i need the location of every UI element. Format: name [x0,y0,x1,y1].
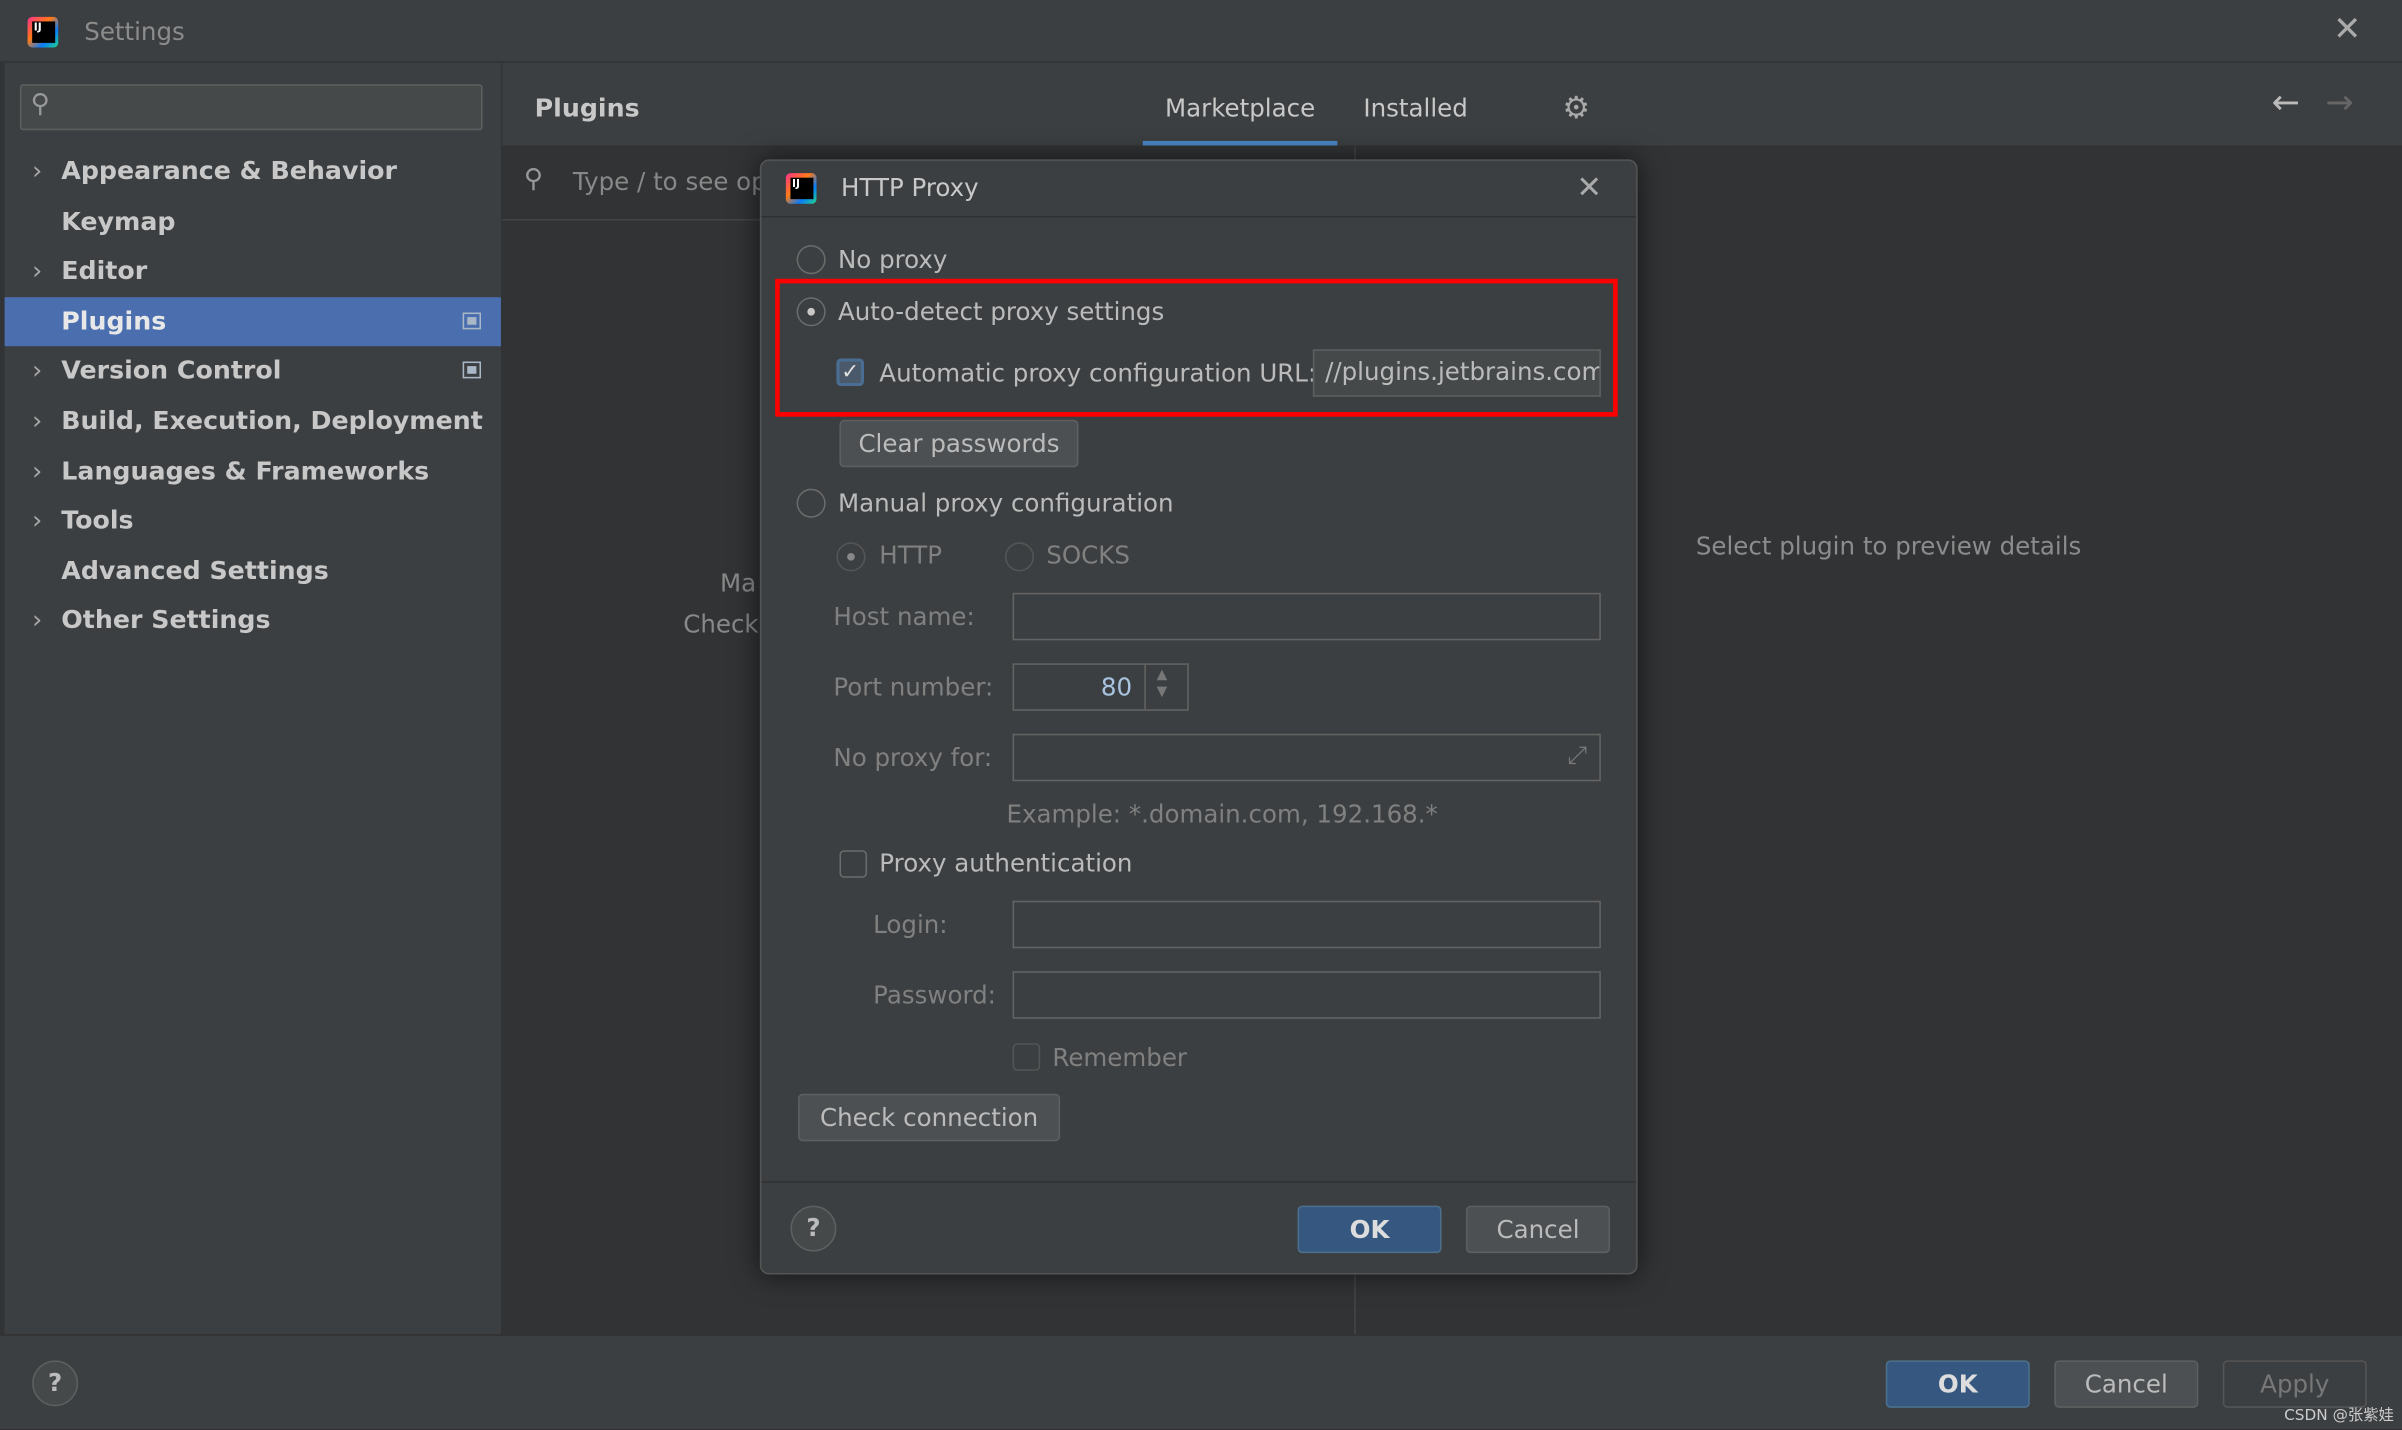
ok-button[interactable]: OK [1297,1205,1442,1254]
divider [1144,664,1146,710]
no-proxy-radio[interactable] [796,245,826,275]
divider [761,1181,1637,1183]
search-placeholder: Type / to see op [572,166,767,197]
ok-button[interactable]: OK [1885,1360,2030,1408]
remember-checkbox[interactable] [1012,1043,1041,1071]
login-input[interactable] [1012,900,1601,949]
auto-url-checkbox[interactable]: ✓ [836,358,864,387]
no-proxy-label: No proxy [837,245,948,275]
login-label: Login: [873,909,948,940]
proxy-auth-label: Proxy authentication [879,848,1133,878]
project-settings-icon [462,312,482,330]
back-arrow-icon[interactable]: ← [2272,84,2300,122]
empty-details-text: Select plugin to preview details [1695,531,2082,561]
sidebar-item-tools[interactable]: › Tools [5,497,501,546]
http-proxy-dialog: HTTP Proxy ✕ No proxy Auto-detect proxy … [759,159,1638,1275]
intellij-logo-icon [785,173,817,204]
sidebar-item-label: Keymap [61,206,176,236]
http-label: HTTP [879,540,943,570]
host-name-input[interactable] [1012,592,1601,641]
socks-label: SOCKS [1046,540,1130,570]
close-dialog-icon[interactable]: ✕ [1576,169,1602,206]
socks-radio[interactable] [1004,542,1035,572]
sidebar-item-label: Languages & Frameworks [61,455,430,485]
no-proxy-for-label: No proxy for: [833,742,993,773]
dialog-titlebar: HTTP Proxy ✕ [761,161,1637,218]
sidebar-item-other-settings[interactable]: › Other Settings [5,597,501,646]
password-input[interactable] [1012,971,1601,1019]
help-button[interactable]: ? [32,1360,79,1407]
auto-detect-label: Auto-detect proxy settings [837,297,1165,327]
port-number-label: Port number: [833,672,994,702]
host-name-label: Host name: [833,602,975,632]
clear-passwords-button[interactable]: Clear passwords [839,419,1079,468]
tab-installed[interactable]: Installed [1363,63,1467,146]
manual-proxy-radio[interactable] [796,488,826,518]
sidebar-item-label: Version Control [61,355,282,386]
window-titlebar: Settings ✕ [0,0,2402,63]
sidebar-item-version-control[interactable]: › Version Control [5,347,501,396]
plugins-title: Plugins [534,93,640,123]
no-proxy-for-input[interactable]: ⤢ [1012,733,1601,782]
check-connection-button[interactable]: Check connection [798,1093,1061,1142]
search-icon: ⚲ [523,163,543,195]
proxy-auth-checkbox[interactable] [839,850,868,878]
search-icon: ⚲ [30,88,50,120]
close-window-icon[interactable]: ✕ [2333,11,2361,49]
sidebar-item-label: Tools [61,505,134,535]
window-title: Settings [84,16,185,46]
help-button[interactable]: ? [790,1205,837,1252]
sidebar-item-keymap[interactable]: Keymap [5,197,501,246]
sidebar-item-label: Appearance & Behavior [61,156,397,186]
chevron-right-icon[interactable]: › [32,497,42,546]
gear-icon[interactable]: ⚙ [1563,89,1590,126]
partial-link[interactable]: Check [683,610,758,639]
chevron-right-icon[interactable]: › [32,397,42,446]
sidebar-item-languages-frameworks[interactable]: › Languages & Frameworks [5,447,501,496]
auto-url-label: Automatic proxy configuration URL: [879,358,1317,388]
tab-marketplace[interactable]: Marketplace [1142,63,1338,146]
spinner-arrows-icon[interactable]: ▲ ▼ [1157,668,1168,702]
chevron-right-icon[interactable]: › [32,147,42,196]
port-number-stepper[interactable]: 80 ▲ ▼ [1012,663,1189,711]
sidebar-item-appearance-behavior[interactable]: › Appearance & Behavior [5,147,501,196]
plugins-header: Plugins Marketplace Installed ⚙ ← → [502,62,2402,148]
auto-detect-radio[interactable] [796,297,826,327]
chevron-right-icon[interactable]: › [32,447,42,496]
watermark: CSDN @张紫娃 [2284,1407,2394,1425]
sidebar-item-build-execution-deployment[interactable]: › Build, Execution, Deployment [5,397,501,446]
forward-arrow-icon[interactable]: → [2325,84,2353,122]
dialog-title: HTTP Proxy [841,173,979,203]
project-settings-icon [462,362,482,379]
password-label: Password: [873,980,996,1010]
sidebar-item-label: Build, Execution, Deployment [61,405,483,436]
auto-url-input[interactable]: //plugins.jetbrains.com [1312,349,1601,397]
sidebar-item-label: Plugins [61,306,167,336]
sidebar-item-label: Other Settings [61,605,271,635]
chevron-right-icon[interactable]: › [32,347,42,396]
partial-text: Ma [719,568,757,598]
expand-icon[interactable]: ⤢ [1567,740,1587,771]
http-radio[interactable] [836,542,866,572]
settings-footer: ? OK Cancel Apply CSDN @张紫娃 [0,1334,2402,1430]
cancel-button[interactable]: Cancel [1466,1205,1611,1254]
settings-search-input[interactable]: ⚲ [19,84,483,131]
example-hint: Example: *.domain.com, 192.168.* [1006,799,1438,829]
remember-label: Remember [1052,1043,1187,1073]
chevron-right-icon[interactable]: › [32,597,42,646]
sidebar-item-editor[interactable]: › Editor [5,247,501,296]
port-number-value: 80 [1100,672,1133,702]
manual-proxy-label: Manual proxy configuration [837,488,1174,518]
chevron-right-icon[interactable]: › [32,247,42,296]
sidebar-item-advanced-settings[interactable]: Advanced Settings [5,547,501,596]
sidebar-item-label: Editor [61,256,148,286]
sidebar-item-label: Advanced Settings [61,555,329,585]
sidebar-item-plugins[interactable]: Plugins [4,296,501,346]
settings-sidebar: ⚲ › Appearance & Behavior Keymap › Editor Plu… [4,62,501,1335]
apply-button[interactable]: Apply [2222,1360,2367,1408]
intellij-logo-icon [27,16,59,48]
cancel-button[interactable]: Cancel [2054,1360,2199,1408]
